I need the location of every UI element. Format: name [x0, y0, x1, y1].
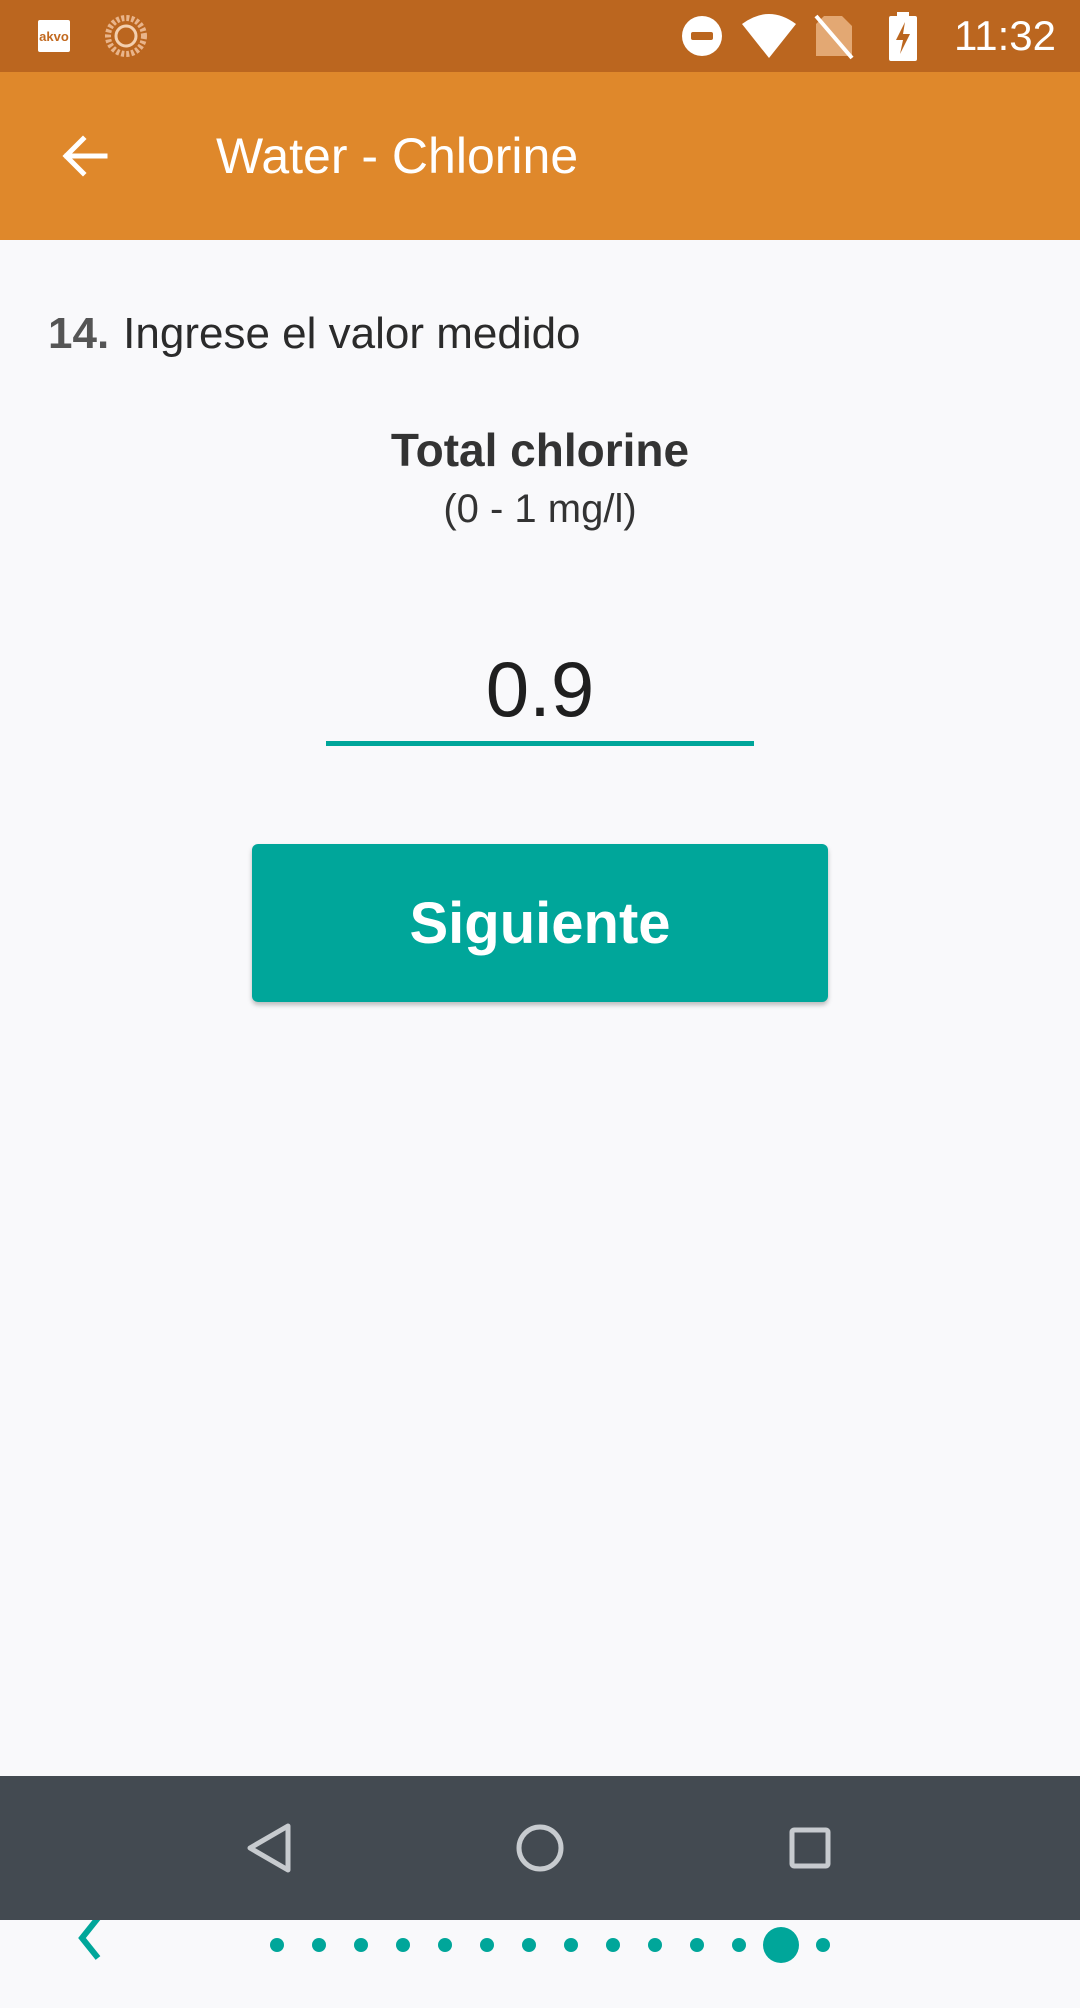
page-dot [480, 1938, 494, 1952]
page-dot [564, 1938, 578, 1952]
page-dot-active [763, 1927, 799, 1963]
question-number: 14. [48, 309, 110, 358]
status-bar: akvo 11:32 [0, 0, 1080, 72]
wifi-icon [742, 14, 796, 58]
page-dot [816, 1938, 830, 1952]
page-indicator [270, 1927, 858, 1963]
recents-square-icon[interactable] [780, 1818, 840, 1878]
battery-charging-icon [889, 12, 917, 61]
back-button[interactable] [44, 116, 124, 196]
question-text: 14. Ingrese el valor medido [48, 306, 581, 362]
field-range: (0 - 1 mg/l) [443, 487, 637, 531]
back-triangle-icon[interactable] [240, 1818, 300, 1878]
page-dot [648, 1938, 662, 1952]
page-dot [732, 1938, 746, 1952]
measured-value-input[interactable] [326, 638, 754, 746]
question-label: Ingrese el valor medido [123, 309, 581, 358]
page-dot [690, 1938, 704, 1952]
no-sim-icon [814, 14, 854, 60]
home-circle-icon[interactable] [510, 1818, 570, 1878]
arrow-back-icon [62, 135, 108, 177]
page-dot [312, 1938, 326, 1952]
akvo-icon: akvo [38, 20, 70, 52]
page-dot [270, 1938, 284, 1952]
next-button[interactable]: Siguiente [252, 844, 828, 1002]
field-label: Total chlorine [390, 424, 690, 476]
dnd-icon [682, 16, 722, 56]
page-dot [354, 1938, 368, 1952]
page-dot [606, 1938, 620, 1952]
system-nav-bar [0, 1776, 1080, 1920]
page-dot [438, 1938, 452, 1952]
clock: 11:32 [954, 12, 1056, 59]
page-dot [396, 1938, 410, 1952]
content-area: 14. Ingrese el valor medido Total chlorin… [0, 240, 1080, 1963]
page-title: Water - Chlorine [216, 128, 579, 184]
page-dot [522, 1938, 536, 1952]
app-bar: Water - Chlorine [0, 72, 1080, 240]
sync-icon [105, 15, 147, 57]
